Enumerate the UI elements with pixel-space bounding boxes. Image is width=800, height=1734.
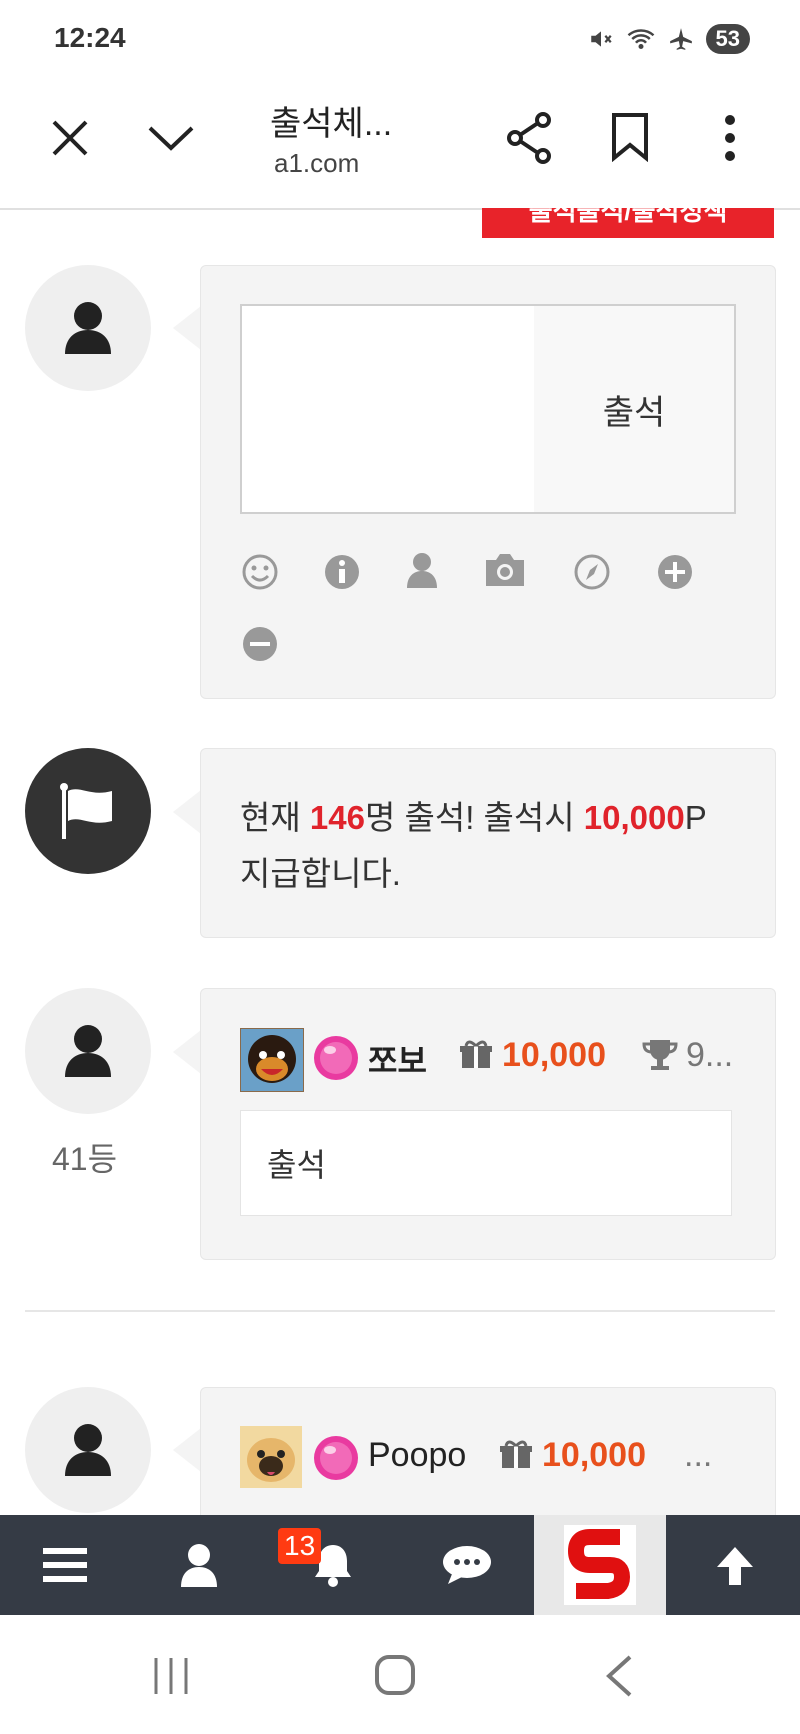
bookmark-icon[interactable] [610,112,650,162]
trophy-value: 9... [686,1036,734,1074]
level-gem-icon [314,1436,358,1480]
notice-line2: 지급합니다. [240,855,401,892]
profile-image [240,1426,302,1488]
profile-button[interactable] [134,1515,264,1615]
attendance-banner[interactable]: 출석출석/출석정책 [482,208,774,238]
trophy-icon [642,1040,678,1070]
divider [25,1310,775,1312]
username[interactable]: Poopo [368,1436,466,1475]
dog-avatar-icon [241,1029,303,1091]
checkin-button[interactable]: 출석 [534,304,736,514]
user-avatar [25,265,151,391]
gift-icon [500,1440,532,1468]
profile-image [240,1028,304,1092]
site-logo-icon [564,1525,636,1605]
flag-icon [60,783,112,839]
status-icons: 53 [588,24,750,54]
bubble-tail [173,306,201,350]
close-icon[interactable] [50,118,90,158]
user-avatar [25,1387,151,1513]
points-amount: 10,000 [502,1036,606,1074]
hamburger-icon [43,1548,87,1582]
chat-icon [443,1546,491,1584]
attendance-notice: 현재 146명 출석! 출석시 10,000P 지급합니다. [240,790,740,902]
person-icon[interactable] [402,550,442,590]
user-icon [181,1544,217,1587]
home-icon[interactable] [374,1654,416,1696]
arrow-up-icon [717,1547,753,1585]
notice-prefix: 현재 [240,799,310,836]
bubble-tail [173,1030,201,1074]
recent-apps-icon[interactable] [150,1656,192,1696]
camera-icon[interactable] [482,550,528,590]
page-title: 출석체... [270,105,393,143]
page-url[interactable]: a1.com [274,148,359,179]
menu-button[interactable] [0,1515,130,1615]
status-time: 12:24 [54,22,126,53]
info-icon[interactable] [322,552,362,592]
user-avatar [25,988,151,1114]
notification-badge: 13 [278,1528,322,1564]
browser-toolbar [0,70,800,210]
battery-indicator: 53 [705,24,750,54]
share-icon[interactable] [505,112,555,164]
username[interactable]: 쪼보 [368,1036,427,1082]
back-icon[interactable] [604,1654,634,1698]
scroll-top-button[interactable] [670,1515,800,1615]
notice-mid: 명 출석! 출석시 [364,799,584,836]
emoji-icon[interactable] [240,552,280,592]
gift-icon [460,1040,492,1068]
bubble-tail [173,790,201,834]
level-gem-icon [314,1036,358,1080]
user-icon [65,1424,111,1476]
points-amount: 10,000 [542,1436,646,1474]
more-menu-icon[interactable] [718,114,742,162]
flag-avatar [25,748,151,874]
mute-icon [590,31,612,47]
minus-icon[interactable] [240,624,280,664]
compass-icon[interactable] [572,552,612,592]
site-logo-button[interactable] [534,1515,666,1615]
user-icon [65,1025,111,1077]
attendance-count: 146 [309,799,365,836]
comment-textarea[interactable] [240,304,536,514]
airplane-icon [669,28,692,50]
rank-label: 41등 [52,1141,118,1177]
trophy-value: ... [684,1436,713,1474]
reward-amount: 10,000 [583,799,685,836]
chevron-down-icon[interactable] [146,122,196,152]
chat-button[interactable] [402,1515,532,1615]
notice-suffix: P [684,799,707,836]
pug-avatar-icon [240,1426,302,1488]
wifi-icon [627,29,654,49]
plus-icon[interactable] [655,552,695,592]
bubble-tail [173,1428,201,1472]
comment-text: 출석 [240,1110,732,1216]
user-icon [65,302,111,354]
